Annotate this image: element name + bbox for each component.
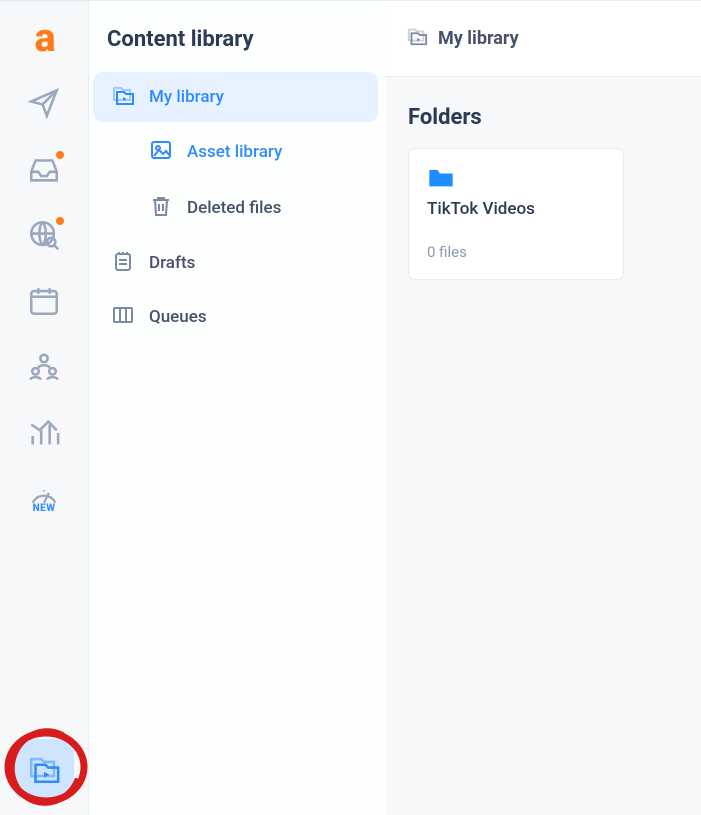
nav-my-library[interactable]: My library (93, 72, 378, 122)
content-library-panel: Content library My library Asset library… (88, 1, 386, 815)
folder-card[interactable]: TikTok Videos 0 files (408, 148, 624, 280)
folder-name: TikTok Videos (427, 199, 605, 219)
breadcrumb-label: My library (438, 28, 519, 49)
columns-icon (111, 303, 135, 332)
notification-dot-icon (56, 217, 64, 225)
calendar-icon (27, 284, 61, 318)
rail-dashboard[interactable]: NEW (14, 469, 74, 525)
nav-label: Asset library (187, 142, 282, 162)
nav-queues[interactable]: Queues (93, 292, 378, 342)
library-folder-icon (406, 25, 428, 52)
library-folder-icon (27, 752, 61, 786)
notification-dot-icon (56, 151, 64, 159)
nav-label: Queues (149, 307, 207, 327)
rail-team[interactable] (14, 337, 74, 397)
rail-inbox[interactable] (14, 139, 74, 199)
main-body: Folders TikTok Videos 0 files (386, 77, 701, 308)
rail-analytics[interactable] (14, 403, 74, 463)
icon-rail: a (0, 1, 88, 815)
nav-label: Deleted files (187, 198, 281, 218)
notepad-icon (111, 249, 135, 278)
image-icon (149, 138, 173, 167)
new-badge: NEW (33, 503, 56, 514)
library-folder-icon (111, 83, 135, 112)
trash-icon (149, 194, 173, 223)
nav-label: Drafts (149, 253, 195, 273)
main-area: My library Folders TikTok Videos 0 files (386, 1, 701, 815)
breadcrumb: My library (386, 1, 701, 77)
folder-icon (427, 165, 605, 193)
people-icon (27, 350, 61, 384)
paper-plane-icon (27, 86, 61, 120)
nav-drafts[interactable]: Drafts (93, 238, 378, 288)
nav-deleted-files[interactable]: Deleted files (93, 182, 378, 234)
rail-discover[interactable] (14, 205, 74, 265)
folder-count: 0 files (427, 243, 605, 261)
app-root: a (0, 0, 701, 815)
folders-row: TikTok Videos 0 files (408, 148, 679, 280)
rail-content-library[interactable] (14, 739, 74, 799)
rail-compose[interactable] (14, 73, 74, 133)
panel-title: Content library (89, 27, 386, 70)
rail-calendar[interactable] (14, 271, 74, 331)
app-logo: a (22, 13, 66, 61)
bar-chart-icon (27, 416, 61, 450)
folders-heading: Folders (408, 105, 679, 130)
nav-label: My library (149, 87, 224, 107)
nav-asset-library[interactable]: Asset library (93, 126, 378, 178)
